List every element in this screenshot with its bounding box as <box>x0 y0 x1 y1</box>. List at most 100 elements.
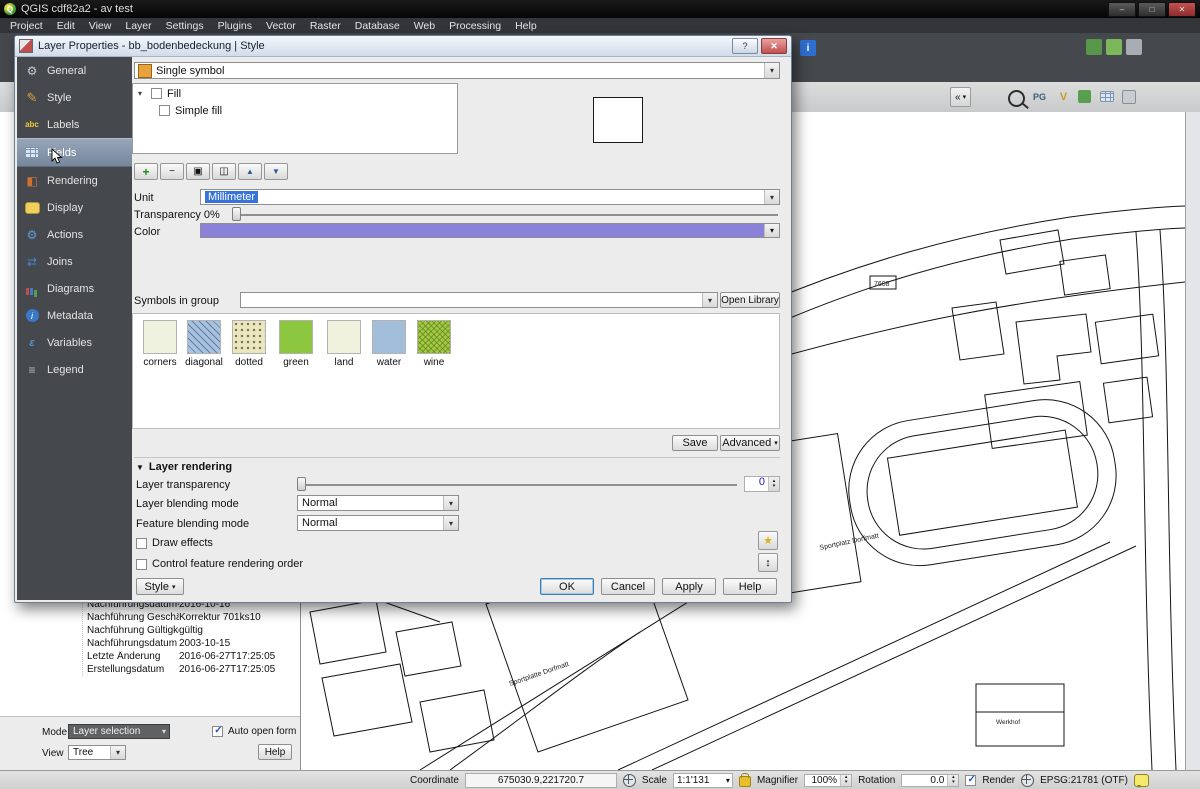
projection-icon[interactable] <box>1021 774 1034 787</box>
zoom-icon[interactable] <box>1008 90 1025 107</box>
mode-combo[interactable]: Layer selection <box>68 724 170 739</box>
layer-rendering-header[interactable]: ▼ Layer rendering <box>136 461 232 473</box>
sidebar-item-variables[interactable]: ε Variables <box>17 329 132 356</box>
symbols-group-combo[interactable] <box>240 292 718 308</box>
move-down-button[interactable]: ▼ <box>264 163 288 180</box>
sidebar-item-metadata[interactable]: i Metadata <box>17 302 132 329</box>
menu-edit[interactable]: Edit <box>51 20 81 32</box>
layer-transparency-slider[interactable] <box>297 477 739 491</box>
virtual-layer-icon[interactable]: V <box>1056 89 1071 104</box>
simple-fill-checkbox[interactable] <box>159 105 170 116</box>
add-symbol-layer-button[interactable]: + <box>134 163 158 180</box>
dialog-close-button[interactable]: ✕ <box>761 38 787 54</box>
layer-transparency-spinbox[interactable]: 0 <box>744 476 780 492</box>
symbol-item[interactable]: water <box>367 320 411 368</box>
menu-database[interactable]: Database <box>349 20 406 32</box>
menu-processing[interactable]: Processing <box>443 20 507 32</box>
lock-icon[interactable] <box>739 776 751 787</box>
magnifier-spinbox[interactable]: 100% <box>804 774 852 787</box>
menu-vector[interactable]: Vector <box>260 20 302 32</box>
menu-view[interactable]: View <box>83 20 118 32</box>
toolbar-icon[interactable] <box>1126 39 1142 55</box>
rotation-spinbox[interactable]: 0.0 <box>901 774 959 787</box>
tree-item-simple-fill[interactable]: Simple fill <box>133 103 457 118</box>
unit-combo[interactable]: Millimeter <box>200 189 780 205</box>
apply-button[interactable]: Apply <box>662 578 716 595</box>
view-combo[interactable]: Tree <box>68 745 126 760</box>
style-menu-button[interactable]: Style ▾ <box>136 578 184 595</box>
fill-checkbox[interactable] <box>151 88 162 99</box>
spin-arrows-icon[interactable] <box>840 775 851 786</box>
save-symbol-button[interactable]: Save <box>672 435 718 451</box>
sidebar-item-style[interactable]: ✎ Style <box>17 84 132 111</box>
draw-effects-checkbox[interactable] <box>136 538 147 549</box>
attribute-table-icon[interactable] <box>1100 91 1114 102</box>
coordinate-display[interactable]: 675030.9,221720.7 <box>465 773 617 788</box>
crs-label[interactable]: EPSG:21781 (OTF) <box>1040 775 1128 786</box>
sidebar-item-actions[interactable]: ⚙ Actions <box>17 221 132 248</box>
duplicate-symbol-layer-button[interactable]: ▣ <box>186 163 210 180</box>
transparency-slider[interactable] <box>232 207 780 221</box>
spin-arrows-icon[interactable] <box>768 477 779 491</box>
dialog-help-button[interactable]: ? <box>732 38 758 54</box>
postgis-icon[interactable]: PG <box>1032 89 1047 104</box>
cancel-button[interactable]: Cancel <box>601 578 655 595</box>
remove-symbol-layer-button[interactable]: − <box>160 163 184 180</box>
help-button[interactable]: Help <box>723 578 777 595</box>
symbol-item[interactable]: land <box>322 320 366 368</box>
ok-button[interactable]: OK <box>540 578 594 595</box>
render-checkbox[interactable] <box>965 775 976 786</box>
open-library-button[interactable]: Open Library <box>720 292 780 308</box>
spin-arrows-icon[interactable] <box>947 775 958 786</box>
tree-expander-icon[interactable]: ▾ <box>138 89 146 98</box>
advanced-button[interactable]: Advanced ▾ <box>720 435 780 451</box>
sidebar-item-fields[interactable]: Fields <box>17 138 132 167</box>
sidebar-item-labels[interactable]: abc Labels <box>17 111 132 138</box>
collapse-panel-button[interactable]: « ▾ <box>950 87 971 107</box>
slider-handle[interactable] <box>297 477 306 491</box>
menu-plugins[interactable]: Plugins <box>212 20 258 32</box>
menu-project[interactable]: Project <box>4 20 49 32</box>
symbol-item[interactable]: diagonal <box>182 320 226 368</box>
copy-style-icon[interactable] <box>1122 90 1136 104</box>
sidebar-item-legend[interactable]: ≡ Legend <box>17 356 132 383</box>
lock-color-button[interactable]: ◫ <box>212 163 236 180</box>
color-button[interactable] <box>200 223 780 238</box>
attribute-row[interactable]: Nachführungsdatum 2003-10-15 <box>87 637 301 650</box>
toolbar-icon[interactable] <box>1086 39 1102 55</box>
menu-raster[interactable]: Raster <box>304 20 347 32</box>
symbol-item[interactable]: green <box>274 320 318 368</box>
symbol-item[interactable]: wine <box>412 320 456 368</box>
dialog-titlebar[interactable]: Layer Properties - bb_bodenbedeckung | S… <box>15 36 791 57</box>
message-log-icon[interactable] <box>1134 774 1149 787</box>
minimize-button[interactable]: – <box>1108 2 1136 17</box>
slider-handle[interactable] <box>232 207 241 221</box>
scale-combo[interactable]: 1:1'131 <box>673 773 733 788</box>
rendering-order-button[interactable]: ↕ <box>758 553 778 572</box>
menu-web[interactable]: Web <box>408 20 441 32</box>
close-button[interactable]: ✕ <box>1168 2 1196 17</box>
sidebar-item-diagrams[interactable]: Diagrams <box>17 275 132 302</box>
layer-blending-combo[interactable]: Normal <box>297 495 459 511</box>
menu-layer[interactable]: Layer <box>119 20 157 32</box>
crs-globe-icon[interactable] <box>623 774 636 787</box>
attribute-row[interactable]: Nachführung Gültigkeit gültig <box>87 624 301 637</box>
effects-button[interactable]: ★ <box>758 531 778 550</box>
toolbar-icon[interactable] <box>1106 39 1122 55</box>
sidebar-item-rendering[interactable]: ◧ Rendering <box>17 167 132 194</box>
menu-help[interactable]: Help <box>509 20 543 32</box>
sidebar-item-joins[interactable]: ⇄ Joins <box>17 248 132 275</box>
menu-settings[interactable]: Settings <box>160 20 210 32</box>
attribute-row[interactable]: Erstellungsdatum 2016-06-27T17:25:05 <box>87 663 301 676</box>
symbol-item[interactable]: dotted <box>227 320 271 368</box>
auto-open-form-checkbox[interactable] <box>212 726 223 737</box>
panel-help-button[interactable]: Help <box>258 744 292 760</box>
renderer-combo[interactable]: Single symbol <box>134 62 780 79</box>
new-layer-icon[interactable] <box>1078 90 1091 103</box>
attribute-row[interactable]: Nachführung Geschäft Korrektur 701ks10 <box>87 611 301 624</box>
symbol-layer-tree[interactable]: ▾ Fill Simple fill <box>132 83 458 154</box>
feature-blending-combo[interactable]: Normal <box>297 515 459 531</box>
move-up-button[interactable]: ▲ <box>238 163 262 180</box>
tree-item-fill[interactable]: ▾ Fill <box>133 86 457 101</box>
maximize-button[interactable]: □ <box>1138 2 1166 17</box>
